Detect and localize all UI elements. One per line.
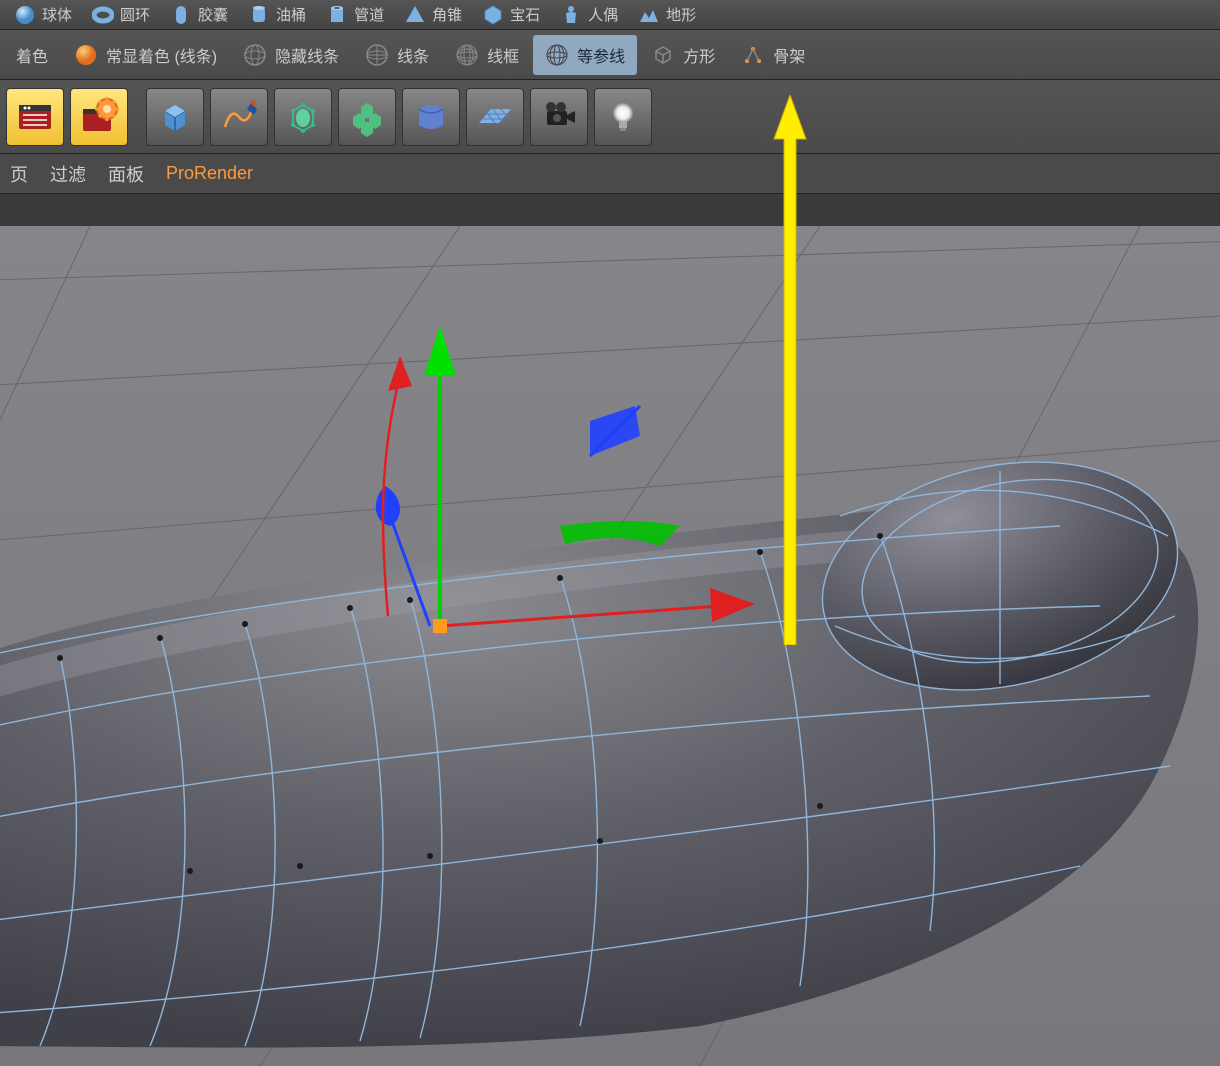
render-settings-button[interactable] — [70, 88, 128, 146]
platonic-icon — [482, 4, 504, 26]
shading-gouraud-lines[interactable]: 常显着色 (线条) — [62, 35, 229, 75]
viewport-menu: 页 过滤 面板 ProRender — [0, 154, 1220, 194]
gouraud-lines-icon — [74, 43, 98, 67]
menu-page[interactable]: 页 — [10, 161, 28, 187]
primitive-sphere[interactable]: 球体 — [4, 0, 82, 29]
primitive-label: 球体 — [42, 4, 72, 25]
shading-lines[interactable]: 线条 — [353, 35, 441, 75]
box-icon — [651, 43, 675, 67]
primitive-platonic[interactable]: 宝石 — [472, 0, 550, 29]
primitive-label: 管道 — [354, 4, 384, 25]
shading-hidden-line[interactable]: 隐藏线条 — [231, 35, 351, 75]
landscape-icon — [638, 4, 660, 26]
viewport-scene — [0, 226, 1220, 1066]
shading-label: 线框 — [487, 43, 519, 67]
add-generator-button[interactable] — [338, 88, 396, 146]
menu-prorender[interactable]: ProRender — [166, 163, 253, 184]
primitive-label: 圆环 — [120, 4, 150, 25]
shading-label: 常显着色 (线条) — [106, 43, 217, 67]
shading-gouraud[interactable]: 着色 — [4, 35, 60, 75]
torus-icon — [92, 4, 114, 26]
shading-box[interactable]: 方形 — [639, 35, 727, 75]
add-cube-button[interactable] — [146, 88, 204, 146]
primitive-label: 胶囊 — [198, 4, 228, 25]
primitive-figure[interactable]: 人偶 — [550, 0, 628, 29]
primitive-label: 宝石 — [510, 4, 540, 25]
lines-icon — [365, 43, 389, 67]
oiltank-icon — [248, 4, 270, 26]
figure-icon — [560, 4, 582, 26]
shading-toolbar: 着色 常显着色 (线条) 隐藏线条 线条 线框 等参线 方形 — [0, 30, 1220, 80]
wireframe-icon — [455, 43, 479, 67]
isoparm-icon — [545, 43, 569, 67]
menu-panel[interactable]: 面板 — [108, 161, 144, 187]
primitive-oiltank[interactable]: 油桶 — [238, 0, 316, 29]
primitive-capsule[interactable]: 胶囊 — [160, 0, 238, 29]
add-light-button[interactable] — [594, 88, 652, 146]
menu-filter[interactable]: 过滤 — [50, 161, 86, 187]
tube-icon — [326, 4, 348, 26]
render-picture-button[interactable] — [6, 88, 64, 146]
viewport-3d[interactable] — [0, 226, 1220, 1066]
skeleton-icon — [741, 43, 765, 67]
shading-label: 着色 — [16, 43, 48, 67]
add-camera-button[interactable] — [530, 88, 588, 146]
shading-label: 线条 — [397, 43, 429, 67]
add-deformer-button[interactable] — [402, 88, 460, 146]
hidden-line-icon — [243, 43, 267, 67]
primitive-label: 角锥 — [432, 4, 462, 25]
shading-label: 骨架 — [773, 43, 805, 67]
shading-label: 隐藏线条 — [275, 43, 339, 67]
primitive-landscape[interactable]: 地形 — [628, 0, 706, 29]
primitive-label: 地形 — [666, 4, 696, 25]
primitive-toolbar: 球体 圆环 胶囊 油桶 管道 角锥 宝石 — [0, 0, 1220, 30]
shading-wireframe[interactable]: 线框 — [443, 35, 531, 75]
primitive-pyramid[interactable]: 角锥 — [394, 0, 472, 29]
primitive-label: 油桶 — [276, 4, 306, 25]
add-subdiv-button[interactable] — [274, 88, 332, 146]
capsule-icon — [170, 4, 192, 26]
add-spline-button[interactable] — [210, 88, 268, 146]
primitive-label: 人偶 — [588, 4, 618, 25]
shading-label: 等参线 — [577, 43, 625, 67]
primitive-tube[interactable]: 管道 — [316, 0, 394, 29]
shading-skeleton[interactable]: 骨架 — [729, 35, 817, 75]
shading-label: 方形 — [683, 43, 715, 67]
tool-palette — [0, 80, 1220, 154]
primitive-torus[interactable]: 圆环 — [82, 0, 160, 29]
sphere-icon — [14, 4, 36, 26]
pyramid-icon — [404, 4, 426, 26]
add-floor-button[interactable] — [466, 88, 524, 146]
shading-isoparm[interactable]: 等参线 — [533, 35, 637, 75]
